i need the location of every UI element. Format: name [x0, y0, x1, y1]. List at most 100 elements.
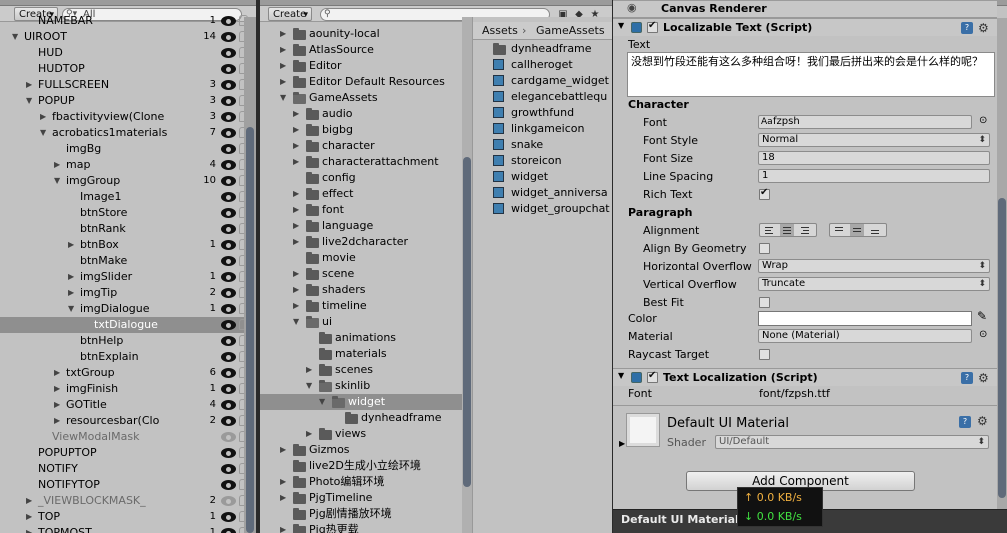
foldout-open-icon[interactable]: ▼: [293, 314, 303, 330]
project-folder-row[interactable]: Pjg剧情播放环境: [260, 506, 462, 522]
hierarchy-row[interactable]: ▶ resourcesbar(Clo 2: [0, 413, 256, 429]
visibility-eye-icon[interactable]: [221, 128, 236, 138]
hierarchy-row[interactable]: btnMake: [0, 253, 256, 269]
foldout-closed-icon[interactable]: ▶: [54, 413, 64, 429]
foldout-closed-icon[interactable]: ▶: [280, 442, 290, 458]
visibility-eye-icon[interactable]: [221, 256, 236, 266]
visibility-eye-icon[interactable]: [221, 176, 236, 186]
project-folder-row[interactable]: ▶ Photo编辑环境: [260, 474, 462, 490]
foldout-closed-icon[interactable]: ▶: [293, 234, 303, 250]
raycast-target-checkbox[interactable]: [759, 349, 770, 360]
project-file-row[interactable]: snake: [473, 137, 612, 153]
foldout-closed-icon[interactable]: ▶: [293, 186, 303, 202]
project-folder-row[interactable]: config: [260, 170, 462, 186]
help-icon[interactable]: ?: [961, 372, 973, 384]
align-by-geometry-checkbox[interactable]: [759, 243, 770, 254]
visibility-eye-icon[interactable]: [221, 480, 236, 490]
hierarchy-row[interactable]: Image1: [0, 189, 256, 205]
breadcrumb-gameassets[interactable]: GameAssets: [536, 22, 605, 40]
visibility-eye-icon[interactable]: [221, 368, 236, 378]
hierarchy-row[interactable]: ▼ POPUP 3: [0, 93, 256, 109]
foldout-closed-icon[interactable]: ▶: [293, 202, 303, 218]
foldout-open-icon[interactable]: ▼: [12, 29, 22, 45]
foldout-open-icon[interactable]: ▼: [54, 173, 64, 189]
visibility-eye-icon[interactable]: [221, 32, 236, 42]
foldout-closed-icon[interactable]: ▶: [293, 154, 303, 170]
visibility-eye-icon[interactable]: [221, 64, 236, 74]
foldout-closed-icon[interactable]: ▶: [293, 266, 303, 282]
project-folder-row[interactable]: ▶ Editor: [260, 58, 462, 74]
text-localization-enabled-checkbox[interactable]: [647, 370, 658, 383]
hierarchy-row[interactable]: ▶ map 4: [0, 157, 256, 173]
visibility-eye-icon[interactable]: [221, 240, 236, 250]
hierarchy-row[interactable]: ▶ GOTitle 4: [0, 397, 256, 413]
project-tree-scroll-thumb[interactable]: [463, 157, 471, 487]
visibility-eye-icon[interactable]: [221, 288, 236, 298]
project-folder-row[interactable]: materials: [260, 346, 462, 362]
foldout-closed-icon[interactable]: ▶: [40, 109, 50, 125]
foldout-closed-icon[interactable]: ▶: [293, 282, 303, 298]
help-icon[interactable]: ?: [961, 22, 973, 34]
visibility-eye-icon[interactable]: [221, 352, 236, 362]
hierarchy-row[interactable]: imgBg: [0, 141, 256, 157]
hierarchy-row[interactable]: ▶ imgFinish 1: [0, 381, 256, 397]
hierarchy-row[interactable]: ▶ _VIEWBLOCKMASK_ 2: [0, 493, 256, 509]
visibility-eye-icon[interactable]: [221, 400, 236, 410]
visibility-eye-icon[interactable]: [221, 416, 236, 426]
foldout-closed-icon[interactable]: ▶: [68, 269, 78, 285]
project-folder-row[interactable]: ▶ live2dcharacter: [260, 234, 462, 250]
text-area[interactable]: 没想到竹段还能有这么多种组合呀！我们最后拼出来的会是什么样的呢？: [627, 52, 995, 97]
object-picker-icon[interactable]: ⊙: [979, 329, 987, 340]
visibility-eye-icon[interactable]: [221, 336, 236, 346]
foldout-closed-icon[interactable]: ▶: [280, 26, 290, 42]
project-folder-row[interactable]: ▶ Editor Default Resources: [260, 74, 462, 90]
hierarchy-row[interactable]: btnExplain: [0, 349, 256, 365]
project-file-row[interactable]: growthfund: [473, 105, 612, 121]
breadcrumb-assets[interactable]: Assets: [482, 22, 518, 40]
gear-icon[interactable]: ⚙: [978, 371, 989, 385]
foldout-closed-icon[interactable]: ▶: [293, 298, 303, 314]
hierarchy-row[interactable]: ▼ acrobatics1materials 7: [0, 125, 256, 141]
foldout-arrow-icon[interactable]: ▼: [618, 21, 624, 30]
rich-text-checkbox[interactable]: [759, 187, 770, 200]
localizable-text-enabled-checkbox[interactable]: [647, 20, 658, 33]
hierarchy-scroll-thumb[interactable]: [246, 127, 254, 533]
project-folder-row[interactable]: ▶ PjgTimeline: [260, 490, 462, 506]
foldout-open-icon[interactable]: ▼: [26, 93, 36, 109]
font-field[interactable]: Aa fzpsh: [758, 115, 972, 129]
project-folder-row[interactable]: dynheadframe: [260, 410, 462, 426]
project-folder-row[interactable]: ▼ ui: [260, 314, 462, 330]
hierarchy-row[interactable]: ▶ imgSlider 1: [0, 269, 256, 285]
visibility-eye-icon[interactable]: [221, 432, 236, 442]
project-folder-row[interactable]: ▶ timeline: [260, 298, 462, 314]
foldout-closed-icon[interactable]: ▶: [26, 493, 36, 509]
foldout-closed-icon[interactable]: ▶: [26, 509, 36, 525]
hierarchy-row[interactable]: NAMEBAR 1: [0, 13, 256, 29]
project-folder-row[interactable]: ▶ AtlasSource: [260, 42, 462, 58]
project-file-row[interactable]: cardgame_widget: [473, 73, 612, 89]
font-style-dropdown[interactable]: Normal: [758, 133, 990, 147]
hierarchy-row[interactable]: ▼ imgDialogue 1: [0, 301, 256, 317]
project-folder-row[interactable]: ▶ audio: [260, 106, 462, 122]
project-folder-row[interactable]: movie: [260, 250, 462, 266]
hierarchy-row[interactable]: ▶ btnBox 1: [0, 237, 256, 253]
hierarchy-row[interactable]: NOTIFYTOP: [0, 477, 256, 493]
foldout-closed-icon[interactable]: ▶: [293, 122, 303, 138]
line-spacing-input[interactable]: 1: [758, 169, 990, 183]
visibility-eye-icon[interactable]: [221, 160, 236, 170]
project-folder-row[interactable]: animations: [260, 330, 462, 346]
project-file-row[interactable]: widget_anniversa: [473, 185, 612, 201]
foldout-open-icon[interactable]: ▼: [319, 394, 329, 410]
foldout-closed-icon[interactable]: ▶: [280, 490, 290, 506]
material-field[interactable]: None (Material): [758, 329, 972, 343]
project-folder-row[interactable]: ▶ scenes: [260, 362, 462, 378]
align-right-button[interactable]: [798, 224, 812, 236]
project-folder-row[interactable]: ▶ characterattachment: [260, 154, 462, 170]
foldout-closed-icon[interactable]: ▶: [280, 474, 290, 490]
foldout-closed-icon[interactable]: ▶: [280, 42, 290, 58]
project-file-row[interactable]: dynheadframe: [473, 41, 612, 57]
hierarchy-row[interactable]: ViewModalMask: [0, 429, 256, 445]
hierarchy-row[interactable]: ▶ fbactivityview(Clone 3: [0, 109, 256, 125]
hierarchy-row[interactable]: ▶ txtGroup 6: [0, 365, 256, 381]
project-folder-row[interactable]: ▼ GameAssets: [260, 90, 462, 106]
